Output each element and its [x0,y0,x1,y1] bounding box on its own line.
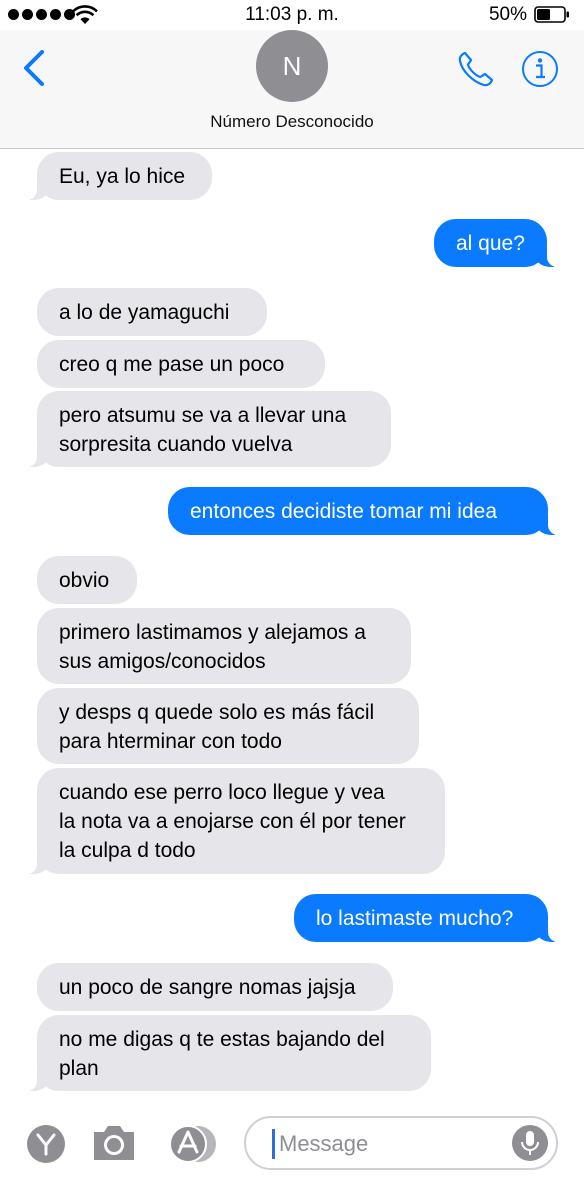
microphone-button[interactable] [512,1125,548,1161]
message-bubble-received[interactable]: a lo de yamaguchi [37,288,267,336]
message-field[interactable] [244,1116,558,1170]
message-input[interactable] [272,1129,509,1159]
message-bubble-sent[interactable]: al que? [434,219,557,267]
contact-name[interactable]: Número Desconocido [0,112,584,132]
conversation-header: N Número Desconocido [0,30,584,149]
message-bubble-received[interactable]: obvio [37,556,137,604]
battery-percentage: 50% [488,4,527,25]
message-bubble-received[interactable]: cuando ese perro loco llegue y vea la no… [27,768,445,874]
microphone-icon [521,1131,539,1155]
app-store-icon[interactable] [166,1122,218,1166]
message-bubble-received[interactable]: no me digas q te estas bajando del plan [27,1015,431,1091]
message-bubble-received[interactable]: un poco de sangre nomas jajsja [37,963,393,1011]
message-bubble-received[interactable]: y desps q quede solo es más fácil para h… [37,688,419,764]
message-bubble-received[interactable]: primero lastimamos y alejamos a sus amig… [37,608,411,684]
message-bubble-received[interactable]: creo q me pase un poco [37,340,325,388]
message-bubble-received[interactable]: Eu, ya lo hice [27,152,212,200]
phone-icon[interactable] [456,49,496,89]
contact-avatar[interactable]: N [256,30,328,102]
message-bubble-sent[interactable]: lo lastimaste mucho? [294,894,558,942]
camera-icon[interactable] [90,1122,138,1162]
status-bar: 11:03 p. m. 50% [0,0,584,30]
message-bubble-sent[interactable]: entonces decidiste tomar mi idea [168,487,558,535]
avatar-initial: N [282,50,302,81]
message-bubble-received[interactable]: pero atsumu se va a llevar una sorpresit… [27,391,391,467]
message-input-bar [0,1106,584,1200]
battery-icon [534,6,569,23]
memoji-icon[interactable] [26,1124,66,1164]
back-chevron-icon[interactable] [20,48,50,88]
info-icon[interactable] [521,50,559,88]
